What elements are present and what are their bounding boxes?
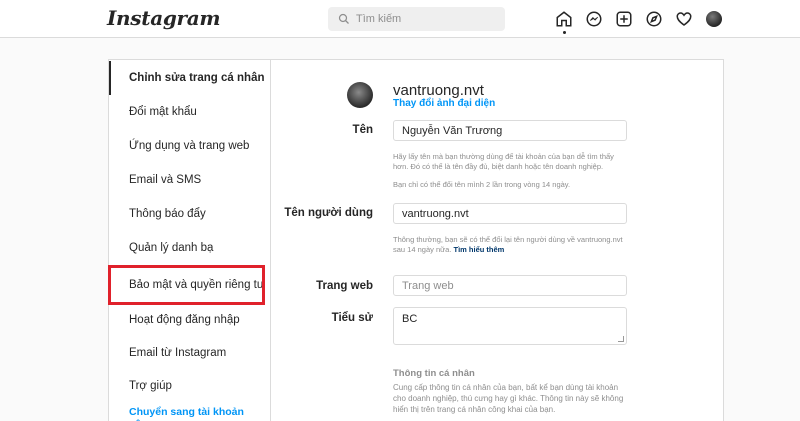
name-help-text: Hãy lấy tên mà bạn thường dùng để tài kh… [393, 152, 614, 171]
username-help-text: Thông thường, bạn sẽ có thể đổi lại tên … [393, 235, 629, 255]
active-indicator [563, 31, 566, 34]
instagram-logo[interactable]: Instagram [107, 6, 221, 30]
bio-textarea[interactable]: BC [393, 307, 627, 345]
username-label: Tên người dùng [284, 207, 373, 219]
personal-info-help-text: Cung cấp thông tin cá nhân của bạn, bất … [393, 383, 624, 414]
settings-sidebar: Chỉnh sửa trang cá nhân Đổi mật khẩu Ứng… [108, 60, 271, 421]
website-field[interactable]: Trang web [393, 275, 627, 296]
avatar[interactable] [705, 10, 723, 28]
top-navigation: Instagram Tìm kiếm [0, 0, 800, 38]
name-label: Tên [352, 124, 373, 136]
new-post-icon[interactable] [615, 10, 633, 28]
profile-username: vantruong.nvt [393, 82, 484, 99]
change-photo-link[interactable]: Thay đổi ảnh đại diện [393, 98, 495, 109]
explore-icon[interactable] [645, 10, 663, 28]
name-field[interactable]: Nguyễn Văn Trương [393, 120, 627, 141]
name-change-limit-text: Bạn chỉ có thể đổi tên mình 2 lần trong … [393, 180, 571, 189]
sidebar-item-email-sms[interactable]: Email và SMS [109, 163, 270, 197]
resize-handle[interactable] [618, 336, 624, 342]
settings-card: Chỉnh sửa trang cá nhân Đổi mật khẩu Ứng… [108, 59, 724, 421]
heart-icon[interactable] [675, 10, 693, 28]
messenger-icon[interactable] [585, 10, 603, 28]
sidebar-item-manage-contacts[interactable]: Quản lý danh bạ [109, 231, 270, 265]
profile-avatar[interactable] [347, 82, 373, 108]
search-input[interactable]: Tìm kiếm [328, 7, 505, 31]
home-icon[interactable] [555, 10, 573, 28]
search-icon [338, 13, 349, 24]
switch-professional-account-link[interactable]: Chuyển sang tài khoản công [109, 401, 270, 421]
username-field[interactable]: vantruong.nvt [393, 203, 627, 224]
sidebar-item-emails-from-instagram[interactable]: Email từ Instagram [109, 336, 270, 370]
personal-info-title: Thông tin cá nhân [393, 368, 475, 379]
search-placeholder: Tìm kiếm [356, 13, 402, 25]
sidebar-item-edit-profile[interactable]: Chỉnh sửa trang cá nhân [109, 61, 270, 95]
bio-label: Tiểu sử [331, 312, 373, 324]
website-label: Trang web [316, 280, 373, 292]
bio-value: BC [402, 313, 418, 325]
sidebar-item-help[interactable]: Trợ giúp [109, 369, 270, 403]
nav-icons [555, 10, 723, 28]
username-help-body: Thông thường, bạn sẽ có thể đổi lại tên … [393, 235, 623, 254]
learn-more-link[interactable]: Tìm hiểu thêm [454, 245, 505, 254]
